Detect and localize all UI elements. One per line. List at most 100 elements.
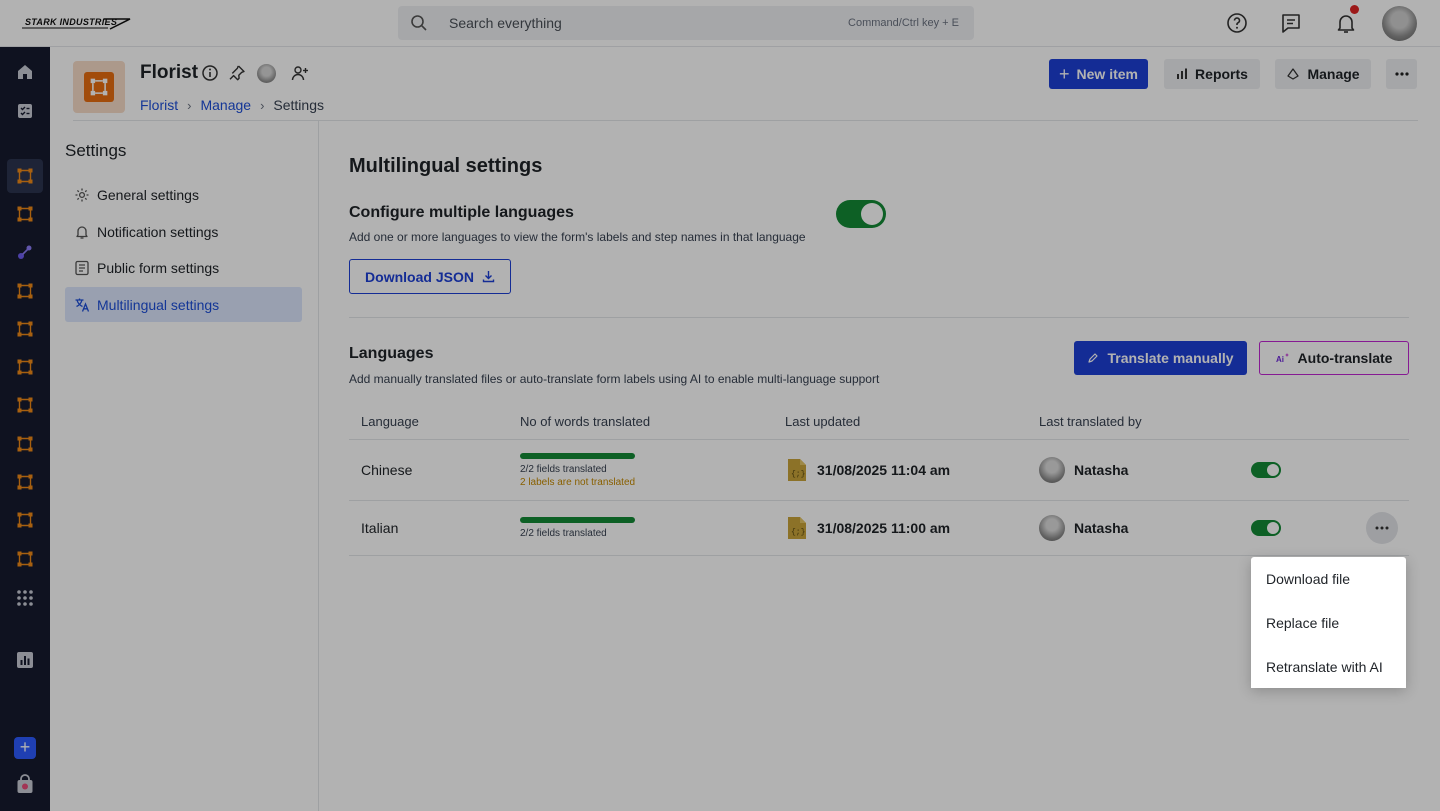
rail-app-6[interactable]: [7, 350, 43, 384]
ai-sparkle-icon: Ai: [1276, 352, 1290, 364]
rail-app-7[interactable]: [7, 388, 43, 422]
nav-multilingual-settings[interactable]: Multilingual settings: [65, 287, 302, 322]
app-rail: +: [0, 47, 50, 811]
manage-button[interactable]: Manage: [1275, 59, 1371, 89]
process-icon: [16, 473, 34, 491]
grid-icon: [16, 589, 34, 607]
process-icon: [16, 550, 34, 568]
auto-translate-label: Auto-translate: [1297, 350, 1393, 366]
bell-icon[interactable]: [1334, 11, 1358, 35]
more-horizontal-icon: [1394, 72, 1409, 76]
rail-tasks[interactable]: [7, 94, 43, 128]
translate-manually-label: Translate manually: [1107, 350, 1234, 366]
auto-translate-button[interactable]: Ai Auto-translate: [1259, 341, 1409, 375]
brand-logo[interactable]: STARK INDUSTRIES: [22, 15, 132, 31]
nav-public-form-settings[interactable]: Public form settings: [65, 250, 302, 285]
nav-label: Public form settings: [97, 259, 220, 276]
reports-label: Reports: [1195, 66, 1248, 82]
home-icon: [16, 63, 34, 81]
multilingual-toggle[interactable]: [836, 200, 886, 228]
row-more-button[interactable]: [1366, 512, 1398, 544]
language-toggle[interactable]: [1251, 462, 1281, 478]
info-icon[interactable]: [201, 64, 219, 82]
fields-translated-text: 2/2 fields translated: [520, 528, 607, 539]
language-toggle[interactable]: [1251, 520, 1281, 536]
chevron-right-icon: ›: [187, 97, 192, 113]
language-name: Chinese: [361, 462, 413, 478]
translation-progress-bar: [520, 453, 635, 459]
col-last-translated-by[interactable]: Last translated by: [1039, 414, 1142, 429]
process-icon: [16, 511, 34, 529]
new-item-button[interactable]: + New item: [1049, 59, 1148, 89]
page-title: Florist: [140, 62, 199, 83]
header-divider: [73, 120, 1418, 121]
rail-app-4[interactable]: [7, 274, 43, 308]
last-updated: 31/08/2025 11:00 am: [817, 520, 951, 536]
bar-chart-icon: [1176, 68, 1188, 80]
reports-button[interactable]: Reports: [1164, 59, 1260, 89]
manage-icon: [1286, 67, 1300, 81]
modal-backdrop[interactable]: [0, 0, 1440, 811]
search-bar[interactable]: Search everything Command/Ctrl key + E: [398, 6, 974, 40]
form-icon: [74, 260, 90, 276]
breadcrumb-settings: Settings: [273, 97, 324, 113]
process-icon: [16, 282, 34, 300]
app-icon: [73, 61, 125, 113]
translate-icon: [74, 297, 90, 313]
process-icon: [16, 205, 34, 223]
tasks-icon: [16, 102, 34, 120]
rail-app-3[interactable]: [7, 235, 43, 269]
rail-app-florist[interactable]: [7, 159, 43, 193]
process-icon: [16, 320, 34, 338]
toggle-knob: [1267, 522, 1279, 534]
rail-marketplace[interactable]: [7, 767, 43, 801]
rail-home[interactable]: [7, 55, 43, 89]
gear-icon: [74, 187, 90, 203]
col-words-translated[interactable]: No of words translated: [520, 414, 650, 429]
add-member-icon[interactable]: [291, 64, 309, 82]
configure-description: Add one or more languages to view the fo…: [349, 230, 806, 244]
col-last-updated[interactable]: Last updated: [785, 414, 860, 429]
translate-manually-button[interactable]: Translate manually: [1074, 341, 1247, 375]
breadcrumb-manage[interactable]: Manage: [200, 97, 251, 113]
menu-replace-file[interactable]: Replace file: [1251, 601, 1406, 644]
toggle-knob: [861, 203, 883, 225]
language-name: Italian: [361, 520, 399, 536]
hand-pen-icon: [1087, 352, 1099, 364]
member-avatar[interactable]: [257, 64, 276, 83]
rail-reports[interactable]: [7, 643, 43, 677]
rail-app-10[interactable]: [7, 503, 43, 537]
pin-icon[interactable]: [228, 64, 246, 82]
top-bar: STARK INDUSTRIES Search everything Comma…: [0, 0, 1440, 47]
configure-title: Configure multiple languages: [349, 204, 574, 221]
download-icon: [482, 270, 495, 283]
process-icon: [16, 396, 34, 414]
more-options-button[interactable]: [1386, 59, 1417, 89]
rail-app-11[interactable]: [7, 542, 43, 576]
rail-app-2[interactable]: [7, 197, 43, 231]
breadcrumb-florist[interactable]: Florist: [140, 97, 178, 113]
json-file-icon: {;}: [787, 458, 807, 482]
languages-title: Languages: [349, 345, 434, 362]
nav-label: Notification settings: [97, 223, 219, 240]
feedback-icon[interactable]: [1279, 11, 1303, 35]
process-icon: [16, 435, 34, 453]
rail-all-apps[interactable]: [7, 581, 43, 615]
rail-app-8[interactable]: [7, 427, 43, 461]
menu-retranslate-with-ai[interactable]: Retranslate with AI: [1251, 645, 1406, 688]
nav-general-settings[interactable]: General settings: [65, 177, 302, 212]
manage-label: Manage: [1307, 66, 1360, 82]
search-placeholder: Search everything: [449, 15, 562, 31]
rail-app-5[interactable]: [7, 312, 43, 346]
search-icon: [410, 14, 428, 32]
rail-add-button[interactable]: +: [14, 737, 36, 759]
help-icon[interactable]: [1225, 11, 1249, 35]
menu-download-file[interactable]: Download file: [1251, 557, 1406, 600]
user-avatar[interactable]: [1382, 6, 1417, 41]
plus-icon: +: [1059, 64, 1070, 84]
download-json-button[interactable]: Download JSON: [349, 259, 511, 294]
nav-notification-settings[interactable]: Notification settings: [65, 214, 302, 249]
rail-app-9[interactable]: [7, 465, 43, 499]
col-language[interactable]: Language: [361, 414, 419, 429]
logo-swoosh-icon: [22, 18, 131, 30]
